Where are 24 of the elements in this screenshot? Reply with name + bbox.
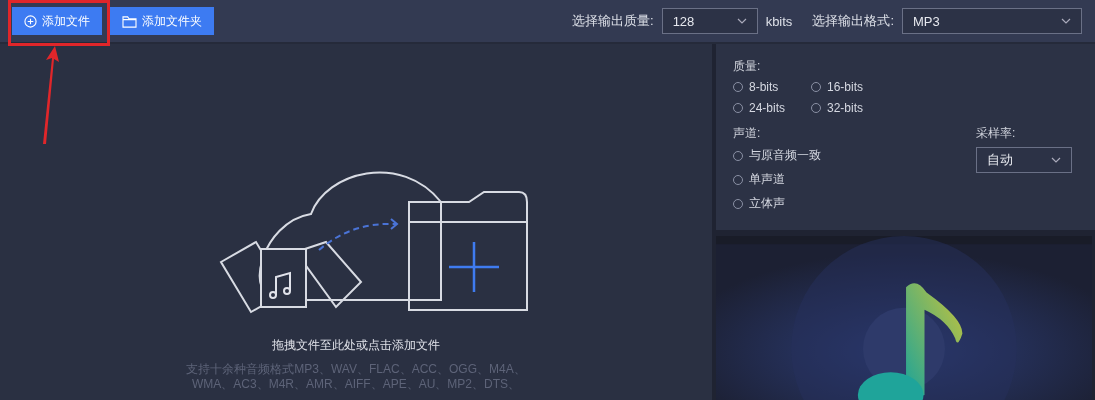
add-file-button[interactable]: 添加文件 — [12, 7, 102, 35]
folder-icon — [122, 14, 137, 28]
format-select[interactable]: MP3 — [902, 8, 1082, 34]
channel-radio[interactable]: 立体声 — [733, 195, 821, 212]
quality-label: 选择输出质量: — [572, 12, 654, 30]
channel-radio[interactable]: 单声道 — [733, 171, 821, 188]
chevron-down-icon — [1061, 18, 1071, 24]
channel-heading: 声道: — [733, 125, 762, 142]
quality-radio[interactable]: 24-bits — [733, 101, 811, 115]
quality-radio[interactable]: 8-bits — [733, 80, 811, 94]
sample-rate-heading: 采样率: — [976, 125, 1017, 142]
format-label: 选择输出格式: — [812, 12, 894, 30]
add-folder-button[interactable]: 添加文件夹 — [110, 7, 214, 35]
unit-label: kbits — [765, 13, 793, 29]
chevron-down-icon — [1051, 157, 1061, 163]
chevron-down-icon — [736, 18, 747, 24]
quality-radio[interactable]: 16-bits — [811, 80, 891, 94]
quality-heading: 质量: — [733, 58, 762, 75]
drop-hint: 拖拽文件至此处或点击添加文件 — [272, 337, 440, 354]
quality-radio[interactable]: 32-bits — [811, 101, 891, 115]
quality-select[interactable]: 128 — [661, 8, 758, 34]
sample-rate-select[interactable]: 自动 — [976, 147, 1072, 173]
plus-circle-icon — [24, 14, 37, 28]
channel-radio[interactable]: 与原音频一致 — [733, 147, 821, 164]
